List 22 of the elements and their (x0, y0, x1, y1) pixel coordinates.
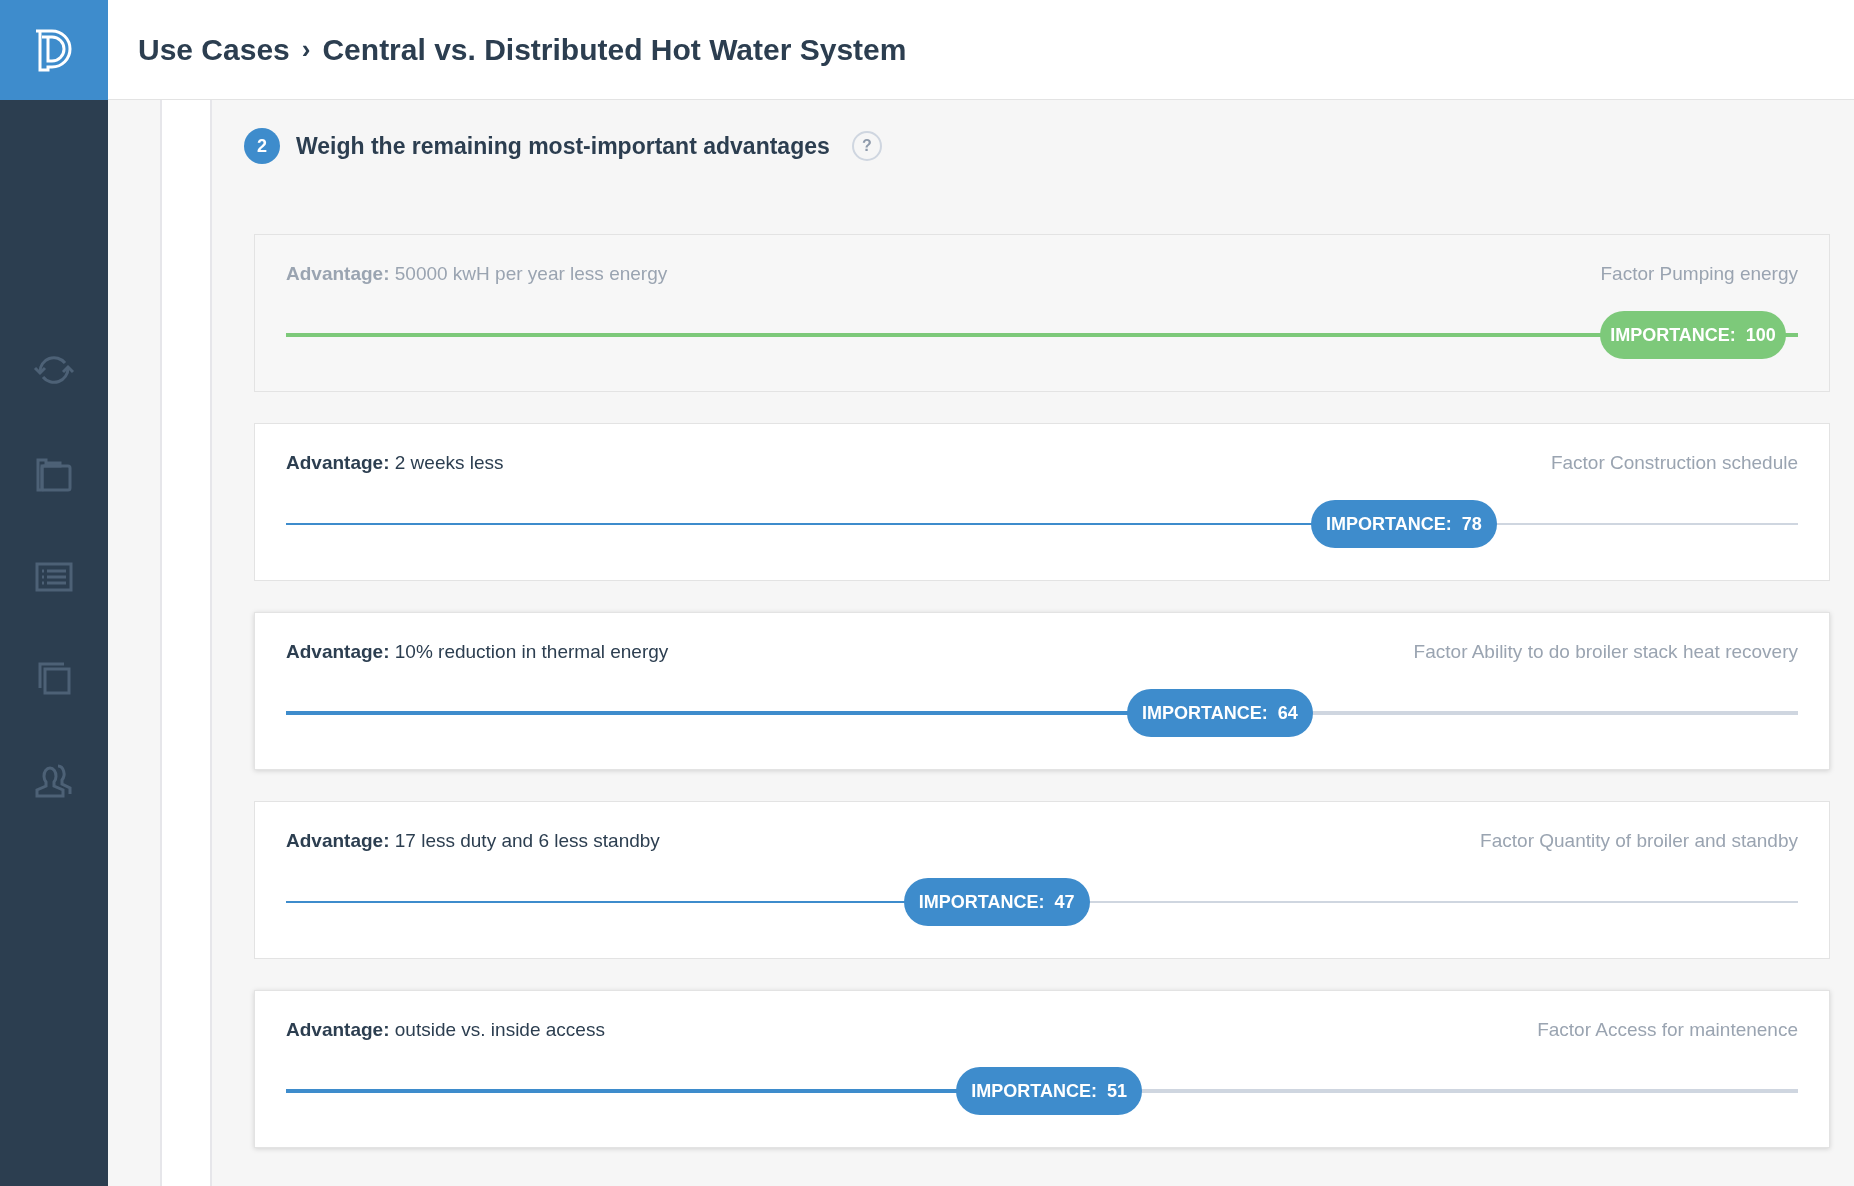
factor-label: Factor Access for maintenence (1537, 1019, 1798, 1041)
factor-label: Factor Pumping energy (1600, 263, 1798, 285)
importance-slider-handle[interactable]: IMPORTANCE: 78 (1310, 500, 1497, 548)
advantage-text: Advantage: 2 weeks less (286, 452, 504, 474)
advantage-text: Advantage: outside vs. inside access (286, 1019, 605, 1041)
page-title: Central vs. Distributed Hot Water System (322, 32, 907, 67)
importance-slider-handle[interactable]: IMPORTANCE: 100 (1600, 311, 1786, 359)
factor-label: Factor Quantity of broiler and standby (1480, 830, 1798, 852)
factor-label: Factor Construction schedule (1550, 452, 1798, 474)
breadcrumb-link[interactable]: Use Cases (138, 32, 290, 67)
advantage-text: Advantage: 50000 kwH per year less energy (286, 263, 668, 285)
help-icon[interactable]: ? (851, 131, 882, 161)
importance-slider-handle[interactable]: IMPORTANCE: 51 (956, 1067, 1143, 1115)
step-number: 2 (244, 128, 280, 164)
advantage-text: Advantage: 17 less duty and 6 less standby (286, 830, 660, 852)
step-title: Weigh the remaining most-important advantages (296, 132, 830, 160)
factor-label: Factor Ability to do broiler stack heat recovery (1413, 641, 1798, 663)
breadcrumb-separator: › (301, 34, 311, 65)
advantage-text: Advantage: 10% reduction in thermal energy (286, 641, 669, 663)
logo-tile[interactable] (0, 0, 108, 100)
importance-slider-handle[interactable]: IMPORTANCE: 64 (1126, 689, 1313, 737)
importance-slider-handle[interactable]: IMPORTANCE: 47 (903, 878, 1090, 926)
